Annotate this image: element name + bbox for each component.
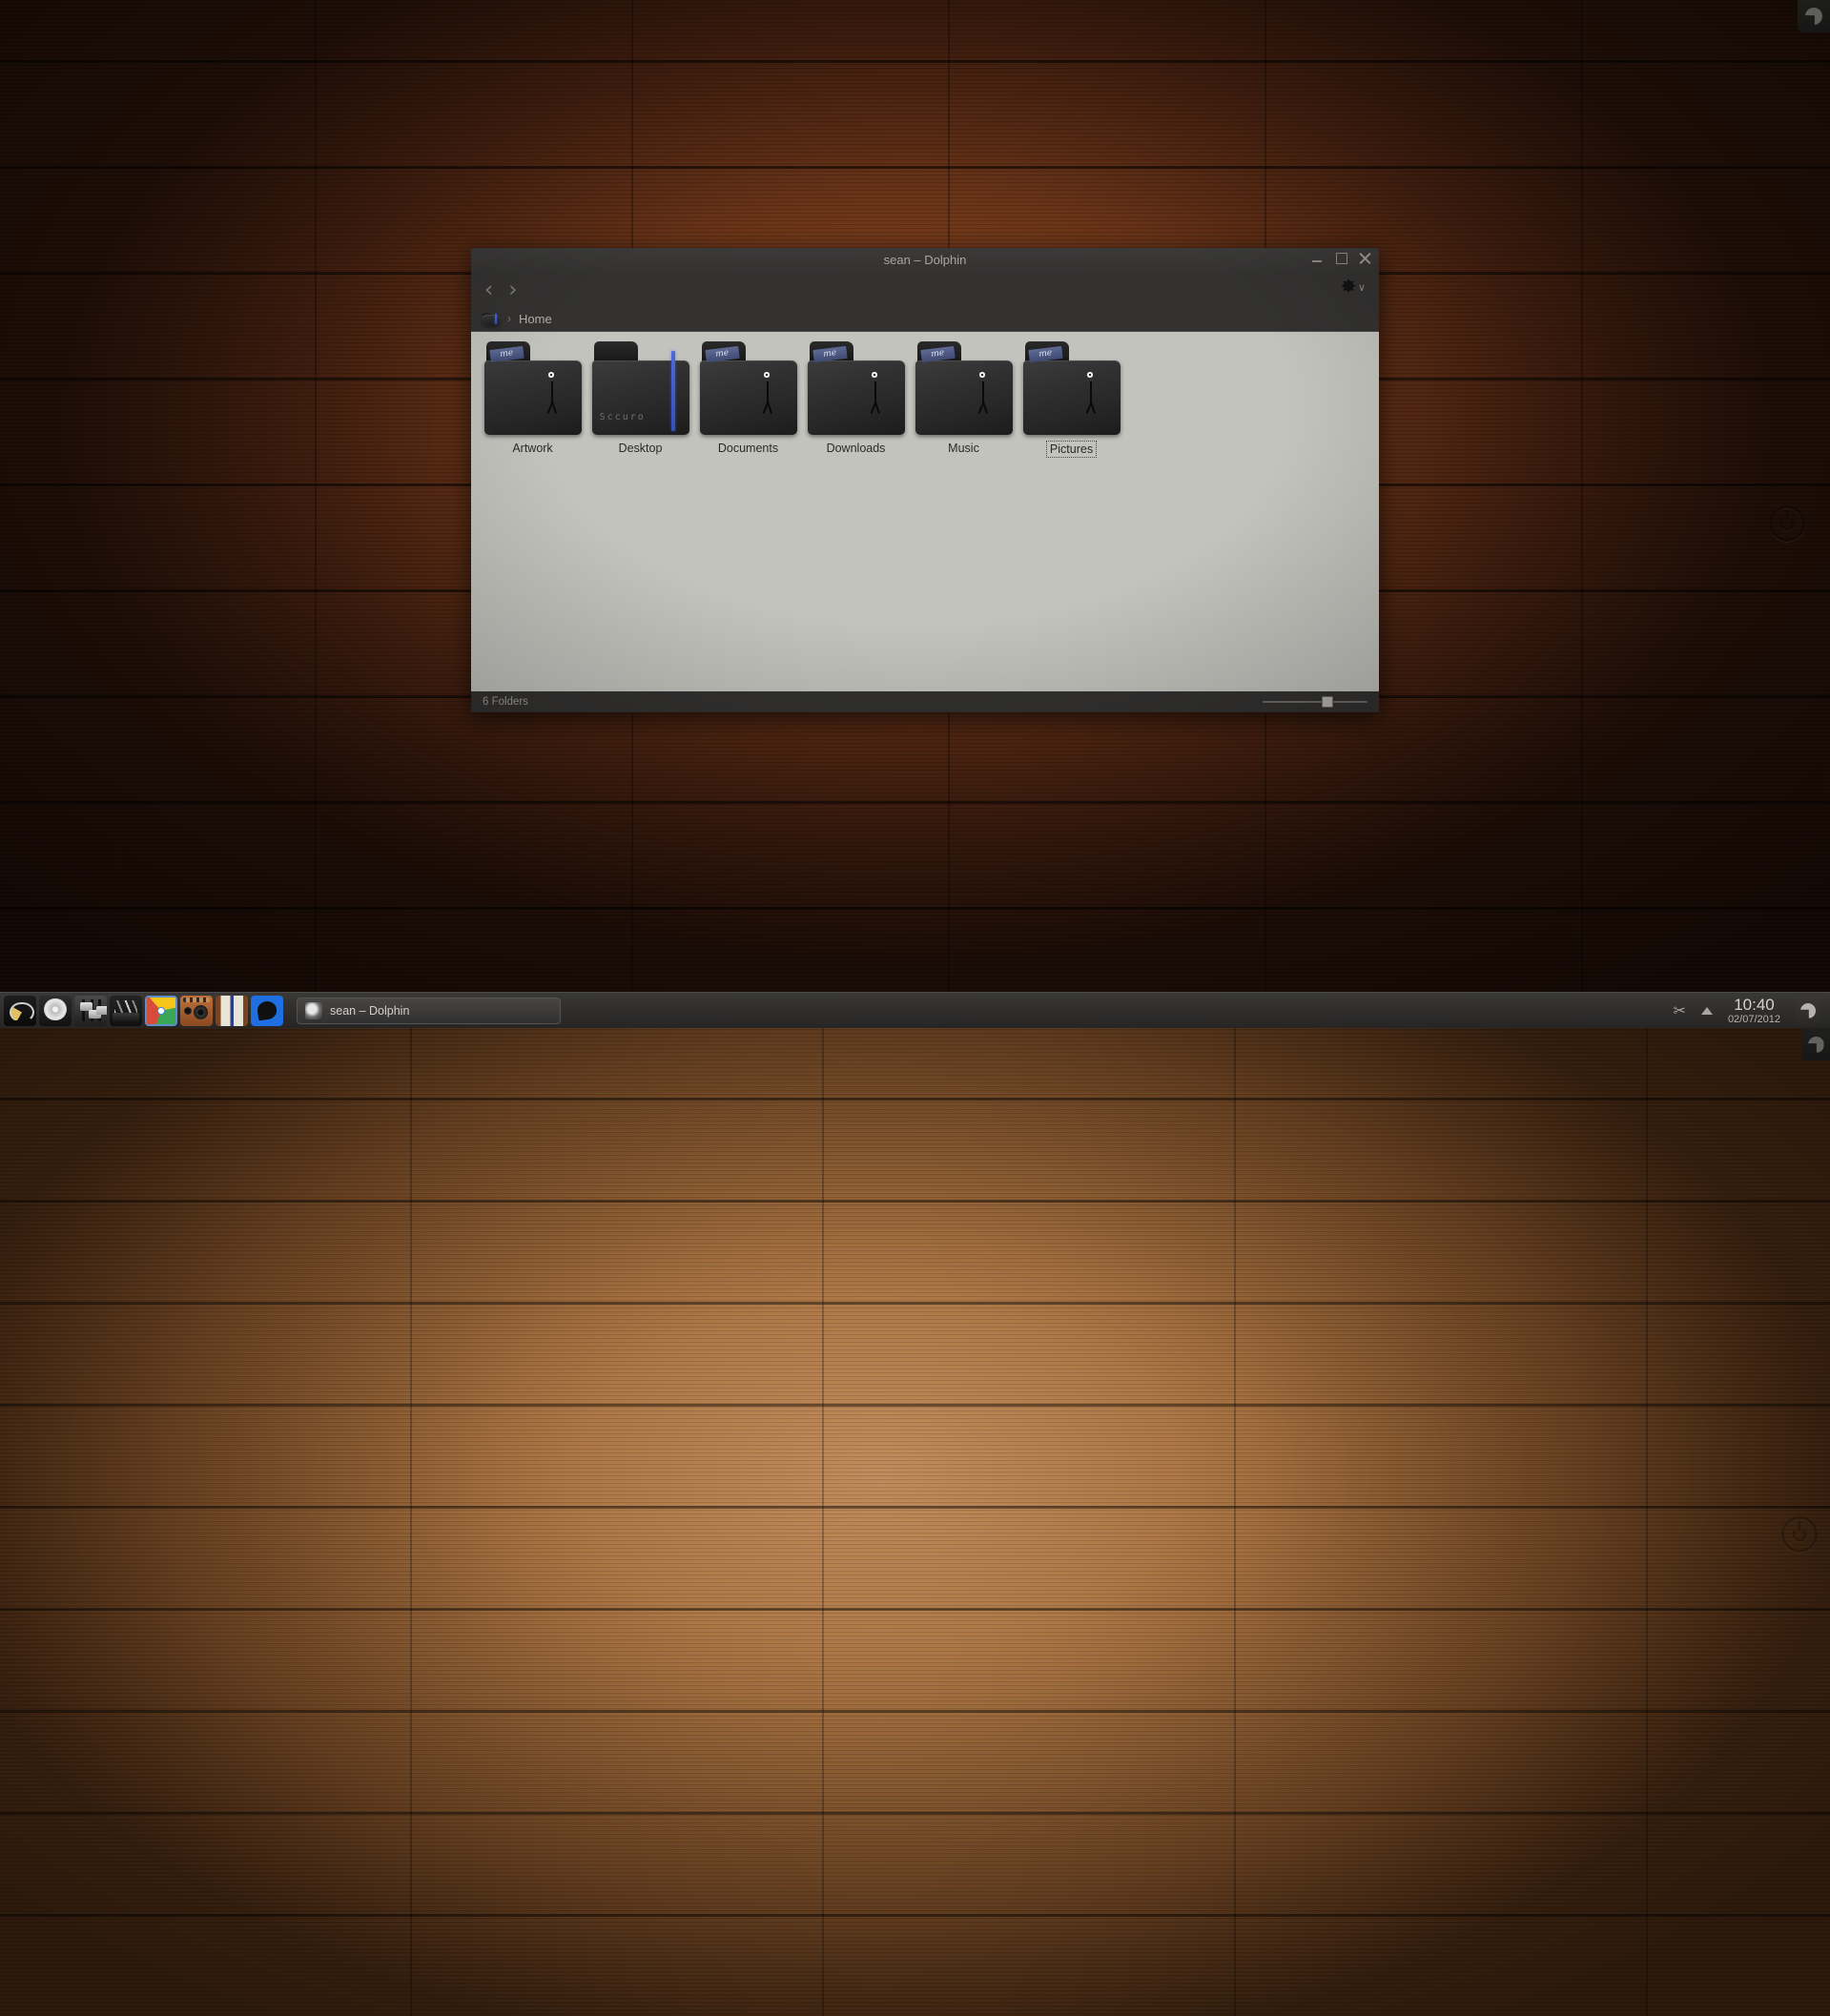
launcher-tray [0, 995, 283, 1026]
launcher-disk-utility[interactable] [39, 995, 72, 1026]
folder-icon: Sccuro [591, 341, 689, 435]
folder-body [807, 360, 905, 435]
folder-label: Documents [717, 442, 779, 455]
plasma-toolbox-panel[interactable] [1796, 996, 1820, 1025]
zoom-slider-track [1263, 701, 1367, 703]
folder-hook-icon [1083, 372, 1099, 414]
folder-icon: me [699, 341, 797, 435]
launcher-chrome[interactable] [145, 995, 177, 1026]
folder-item[interactable]: me Downloads [802, 341, 910, 458]
clock-date: 02/07/2012 [1727, 1013, 1780, 1025]
breadcrumb[interactable]: › Home [471, 306, 1379, 331]
launcher-amarok[interactable] [180, 995, 213, 1026]
dolphin-icon [305, 1001, 322, 1019]
taskbar-panel[interactable]: sean – Dolphin ✂ 10:40 02/07/2012 [0, 992, 1830, 1028]
launcher-mixer[interactable] [74, 995, 107, 1026]
folder-label: Music [948, 442, 979, 455]
desktop-screen-secondary[interactable]: be original SLAVE meArtworkSccuroDesktop… [0, 1028, 1830, 2016]
folder-label: Desktop [618, 442, 663, 455]
breadcrumb-home[interactable]: Home [519, 312, 552, 326]
folder-icon: me [915, 341, 1013, 435]
window-title: sean – Dolphin [883, 253, 967, 267]
folder-icon: me [483, 341, 582, 435]
plasma-toolbox-secondary[interactable] [1801, 1028, 1830, 1060]
plasma-cashew-icon [1800, 1002, 1816, 1018]
dolphin-toolbar: ‹ › ∨ [471, 274, 1379, 306]
folder-icon: me [807, 341, 905, 435]
taskbar-task-dolphin[interactable]: sean – Dolphin [297, 997, 561, 1024]
folder-item[interactable]: me Documents [694, 341, 802, 458]
folder-item[interactable]: Sccuro Desktop [586, 341, 694, 458]
folder-label: Downloads [826, 442, 886, 455]
plasma-cashew-icon [1805, 8, 1822, 25]
dolphin-file-manager-window[interactable]: sean – Dolphin ‹ › ∨ › Home me Artwork S… [471, 248, 1379, 712]
control-menu-button[interactable]: ∨ [1341, 278, 1366, 294]
digital-clock[interactable]: 10:40 02/07/2012 [1727, 995, 1780, 1025]
plasma-cashew-icon [1807, 1036, 1824, 1053]
plasma-toolbox-primary[interactable] [1798, 0, 1830, 32]
clock-time: 10:40 [1734, 995, 1775, 1014]
home-folder-icon [483, 312, 500, 325]
dolphin-file-view[interactable]: me Artwork Sccuro Desktop me Documents me Downl… [471, 331, 1379, 691]
folder-item[interactable]: me Music [910, 341, 1018, 458]
launcher-pidgin[interactable] [251, 995, 283, 1026]
taskbar-task-label: sean – Dolphin [330, 1003, 410, 1018]
folder-hook-icon [868, 372, 883, 414]
window-titlebar[interactable]: sean – Dolphin [471, 248, 1379, 274]
item-count-label: 6 Folders [483, 696, 528, 708]
chevron-up-icon[interactable] [1700, 1006, 1713, 1015]
scissors-icon[interactable]: ✂ [1674, 1001, 1686, 1020]
folder-grid: me Artwork Sccuro Desktop me Documents me Downl… [479, 341, 1371, 458]
folder-body [483, 360, 582, 435]
folder-hook-icon [976, 372, 991, 414]
folder-body [915, 360, 1013, 435]
folder-body [1022, 360, 1121, 435]
close-button[interactable] [1359, 252, 1371, 264]
wallpaper-logo-watermark [1769, 505, 1805, 542]
folder-label: Pictures [1045, 441, 1098, 458]
folder-label: Artwork [512, 442, 553, 455]
gear-icon [1342, 279, 1355, 293]
desktop-screen-primary[interactable]: sean – Dolphin ‹ › ∨ › Home me Artwork S… [0, 0, 1830, 1013]
maximize-button[interactable] [1335, 252, 1347, 264]
folder-hook-icon [760, 372, 775, 414]
chevron-down-icon: ∨ [1357, 282, 1366, 294]
minimize-button[interactable] [1311, 252, 1324, 264]
breadcrumb-separator: › [507, 312, 511, 325]
folder-icon: me [1022, 341, 1121, 435]
forward-button[interactable]: › [508, 278, 517, 301]
launcher-tools[interactable] [110, 995, 142, 1026]
folder-item[interactable]: me Artwork [479, 341, 586, 458]
wallpaper-logo-watermark [1781, 1516, 1818, 1553]
launcher-book[interactable] [216, 995, 248, 1026]
folder-item[interactable]: me Pictures [1018, 341, 1125, 458]
zoom-slider-handle[interactable] [1322, 696, 1333, 708]
window-controls [1311, 252, 1371, 264]
folder-body [699, 360, 797, 435]
launcher-system-monitor[interactable] [4, 995, 36, 1026]
folder-inner-text: Sccuro [599, 412, 646, 423]
system-tray: ✂ 10:40 02/07/2012 [1674, 995, 1830, 1025]
dolphin-statusbar: 6 Folders [471, 691, 1379, 712]
back-button[interactable]: ‹ [484, 278, 493, 301]
zoom-slider[interactable] [1263, 696, 1367, 708]
folder-hook-icon [545, 372, 560, 414]
folder-blue-stripe [671, 350, 676, 432]
